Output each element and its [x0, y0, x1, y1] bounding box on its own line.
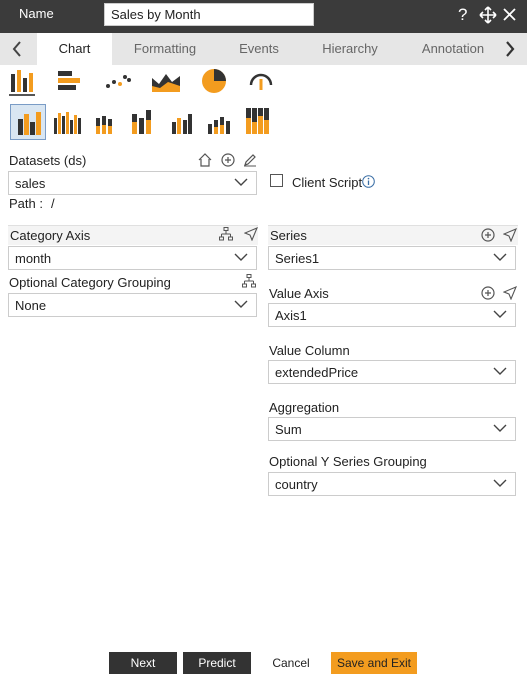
aggregation-label: Aggregation — [269, 400, 340, 415]
tab-scroll-left-icon[interactable] — [0, 33, 34, 65]
series-label: Series — [270, 228, 307, 243]
move-icon[interactable] — [479, 6, 497, 29]
series-select[interactable]: Series1 — [268, 246, 516, 270]
tab-bar: Chart Formatting Events Hierarchy Annota… — [0, 33, 527, 65]
add-series-icon[interactable] — [481, 228, 495, 245]
value-axis-value: Axis1 — [275, 308, 307, 323]
next-button[interactable]: Next — [109, 652, 177, 674]
client-script-checkbox[interactable] — [270, 174, 283, 187]
datasets-label: Datasets (ds) — [9, 153, 87, 168]
chevron-down-icon — [493, 421, 507, 438]
value-axis-label: Value Axis — [269, 286, 329, 301]
tab-formatting[interactable]: Formatting — [120, 33, 210, 65]
dialog-header: Name Sales by Month ? — [0, 0, 527, 33]
chevron-down-icon — [493, 476, 507, 493]
aggregation-select[interactable]: Sum — [268, 417, 516, 441]
subtype-stacked-bar-icon[interactable] — [94, 104, 130, 140]
cancel-button[interactable]: Cancel — [257, 652, 325, 674]
subtype-stacked-small-bar-icon[interactable] — [206, 104, 242, 140]
value-axis-select[interactable]: Axis1 — [268, 303, 516, 327]
predict-button[interactable]: Predict — [183, 652, 251, 674]
info-icon[interactable] — [362, 175, 375, 191]
tab-annotation[interactable]: Annotation — [412, 33, 494, 65]
y-grouping-select[interactable]: country — [268, 472, 516, 496]
chevron-down-icon — [493, 307, 507, 324]
category-grouping-select[interactable]: None — [8, 293, 257, 317]
y-grouping-value: country — [275, 477, 318, 492]
scatter-icon[interactable] — [105, 72, 131, 93]
chevron-down-icon — [493, 364, 507, 381]
add-axis-icon[interactable] — [481, 286, 495, 303]
help-icon[interactable]: ? — [458, 5, 467, 25]
home-icon[interactable] — [198, 153, 212, 170]
close-icon[interactable] — [502, 7, 517, 27]
aggregation-value: Sum — [275, 422, 302, 437]
category-axis-select[interactable]: month — [8, 246, 257, 270]
chart-name-input[interactable]: Sales by Month — [104, 3, 314, 26]
dataset-value: sales — [15, 176, 46, 191]
category-grouping-value: None — [15, 298, 47, 313]
category-axis-label: Category Axis — [10, 228, 91, 243]
tab-hierarchy[interactable]: Hierarchy — [305, 33, 395, 65]
area-chart-icon[interactable] — [152, 70, 180, 95]
tab-chart[interactable]: Chart — [37, 33, 112, 65]
edit-dataset-icon[interactable] — [243, 153, 257, 170]
save-and-exit-button[interactable]: Save and Exit — [331, 652, 417, 674]
client-script-label: Client Script — [292, 175, 363, 190]
series-value: Series1 — [275, 251, 320, 266]
y-grouping-label: Optional Y Series Grouping — [269, 454, 427, 469]
chevron-down-icon — [234, 175, 248, 192]
path-value: / — [51, 196, 55, 211]
category-grouping-label: Optional Category Grouping — [9, 275, 171, 290]
bar-chart-icon[interactable] — [9, 68, 35, 99]
tab-events[interactable]: Events — [220, 33, 298, 65]
add-dataset-icon[interactable] — [221, 153, 235, 170]
chevron-down-icon — [493, 250, 507, 267]
chevron-down-icon — [234, 297, 248, 314]
value-column-select[interactable]: extendedPrice — [268, 360, 516, 384]
path-label: Path : — [9, 196, 43, 211]
gauge-icon[interactable] — [248, 68, 274, 97]
subtype-grouped-small-bar-icon[interactable] — [170, 104, 206, 140]
hierarchy-icon[interactable] — [242, 274, 256, 291]
pie-chart-icon[interactable] — [201, 68, 227, 97]
subtype-clustered-bar-icon[interactable] — [10, 104, 46, 140]
navigate-icon[interactable] — [502, 285, 518, 303]
chevron-down-icon — [234, 250, 248, 267]
dataset-select[interactable]: sales — [8, 171, 257, 195]
navigate-icon[interactable] — [502, 227, 518, 245]
subtype-stacked-tall-bar-icon[interactable] — [128, 104, 164, 140]
subtype-stacked-100-bar-icon[interactable] — [244, 104, 280, 140]
horizontal-bar-icon[interactable] — [58, 70, 84, 95]
navigate-icon[interactable] — [243, 226, 259, 244]
value-column-value: extendedPrice — [275, 365, 359, 380]
value-column-label: Value Column — [269, 343, 350, 358]
hierarchy-icon[interactable] — [219, 227, 233, 244]
tab-scroll-right-icon[interactable] — [493, 33, 527, 65]
subtype-grouped-multi-bar-icon[interactable] — [52, 104, 88, 140]
category-axis-value: month — [15, 251, 52, 266]
name-label: Name — [19, 6, 54, 21]
